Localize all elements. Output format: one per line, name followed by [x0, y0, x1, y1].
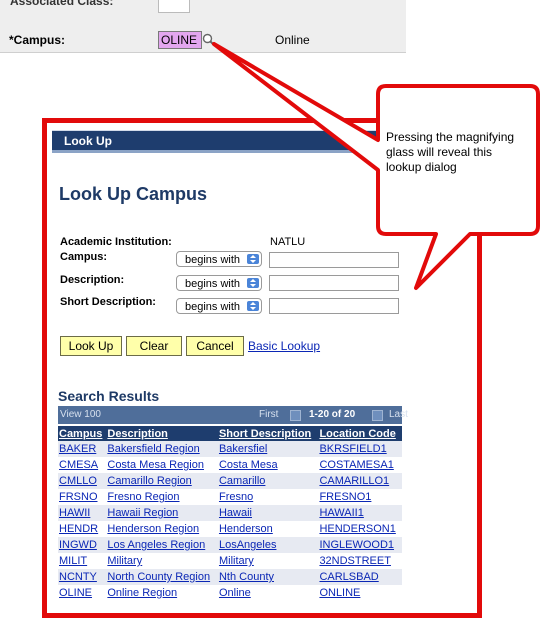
highlight-frame: [42, 118, 482, 618]
associated-class-input[interactable]: [158, 0, 190, 13]
divider: [0, 52, 406, 53]
magnifying-glass-icon[interactable]: [202, 33, 216, 47]
callout-text: Pressing the magnifying glass will revea…: [386, 130, 515, 174]
campus-field-row: Associated Class: *Campus: OLINE Online: [0, 0, 406, 52]
associated-class-label: Associated Class:: [10, 0, 114, 8]
campus-description: Online: [275, 33, 310, 47]
campus-input[interactable]: OLINE: [158, 31, 202, 49]
campus-label: *Campus:: [9, 33, 66, 47]
